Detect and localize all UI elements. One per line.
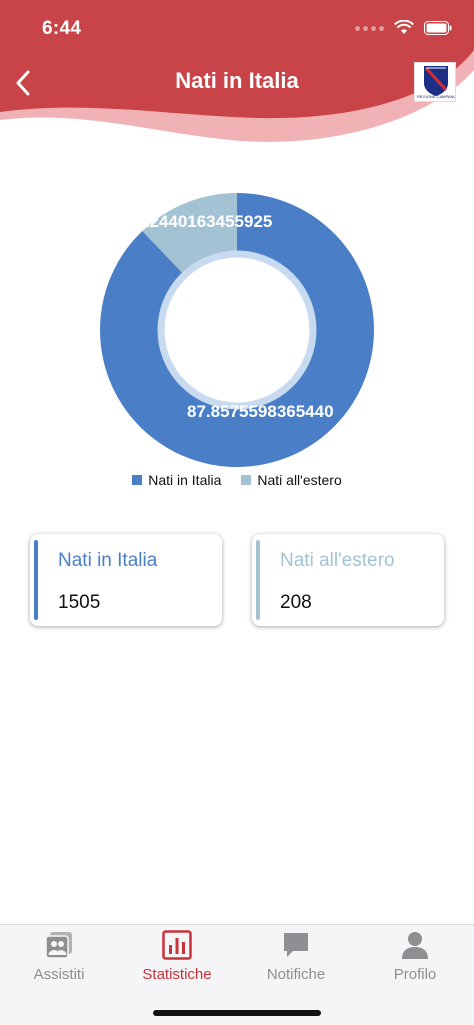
donut-chart-svg: 87.8575598365440 12440163455925	[99, 193, 374, 467]
signal-icon	[355, 25, 384, 31]
card-accent-bar	[34, 540, 38, 620]
legend-label-italia: Nati in Italia	[148, 472, 222, 488]
tab-label: Notifiche	[266, 966, 326, 983]
card-title: Nati in Italia	[58, 550, 158, 571]
battery-icon	[424, 21, 452, 35]
tab-label: Statistiche	[142, 966, 212, 983]
tab-profilo[interactable]: Profilo	[356, 925, 474, 995]
card-accent-bar	[256, 540, 260, 620]
status-time: 6:44	[42, 18, 82, 39]
donut-chart: 87.8575598365440 12440163455925	[0, 180, 474, 500]
page-title: Nati in Italia	[175, 68, 299, 93]
card-value: 1505	[58, 592, 101, 613]
card-value: 208	[280, 592, 312, 613]
slice-label-nati-estero: 12440163455925	[140, 212, 272, 231]
people-icon	[43, 929, 75, 961]
tab-label: Profilo	[393, 966, 437, 983]
wifi-icon	[394, 20, 414, 34]
region-emblem-icon	[424, 66, 448, 96]
region-logo-caption: REGIONE CAMPANIA	[417, 95, 455, 99]
legend-swatch-estero	[241, 475, 252, 485]
tab-assistiti[interactable]: Assistiti	[0, 925, 118, 995]
region-logo: REGIONE CAMPANIA	[414, 62, 456, 102]
status-icons	[355, 20, 452, 36]
tab-notifiche[interactable]: Notifiche	[237, 925, 355, 995]
legend-item-estero: Nati all'estero	[241, 472, 342, 488]
chart-icon	[161, 929, 193, 961]
person-icon	[399, 929, 431, 961]
card-title: Nati all'estero	[280, 550, 395, 571]
slice-label-nati-italia: 87.8575598365440	[187, 402, 334, 421]
legend-swatch-italia	[132, 475, 143, 485]
card-nati-italia[interactable]: Nati in Italia 1505	[30, 534, 222, 626]
chart-legend: Nati in Italia Nati all'estero	[0, 472, 474, 488]
card-nati-estero[interactable]: Nati all'estero 208	[252, 534, 444, 626]
chat-icon	[280, 929, 312, 961]
home-indicator	[153, 1010, 321, 1016]
legend-item-italia: Nati in Italia	[132, 472, 221, 488]
donut-hole	[157, 250, 317, 410]
tab-statistiche[interactable]: Statistiche	[118, 925, 236, 995]
header: 6:44 Nati in Italia REGIONE CAMPANIA	[0, 0, 474, 160]
tab-label: Assistiti	[33, 966, 85, 983]
legend-label-estero: Nati all'estero	[257, 472, 342, 488]
